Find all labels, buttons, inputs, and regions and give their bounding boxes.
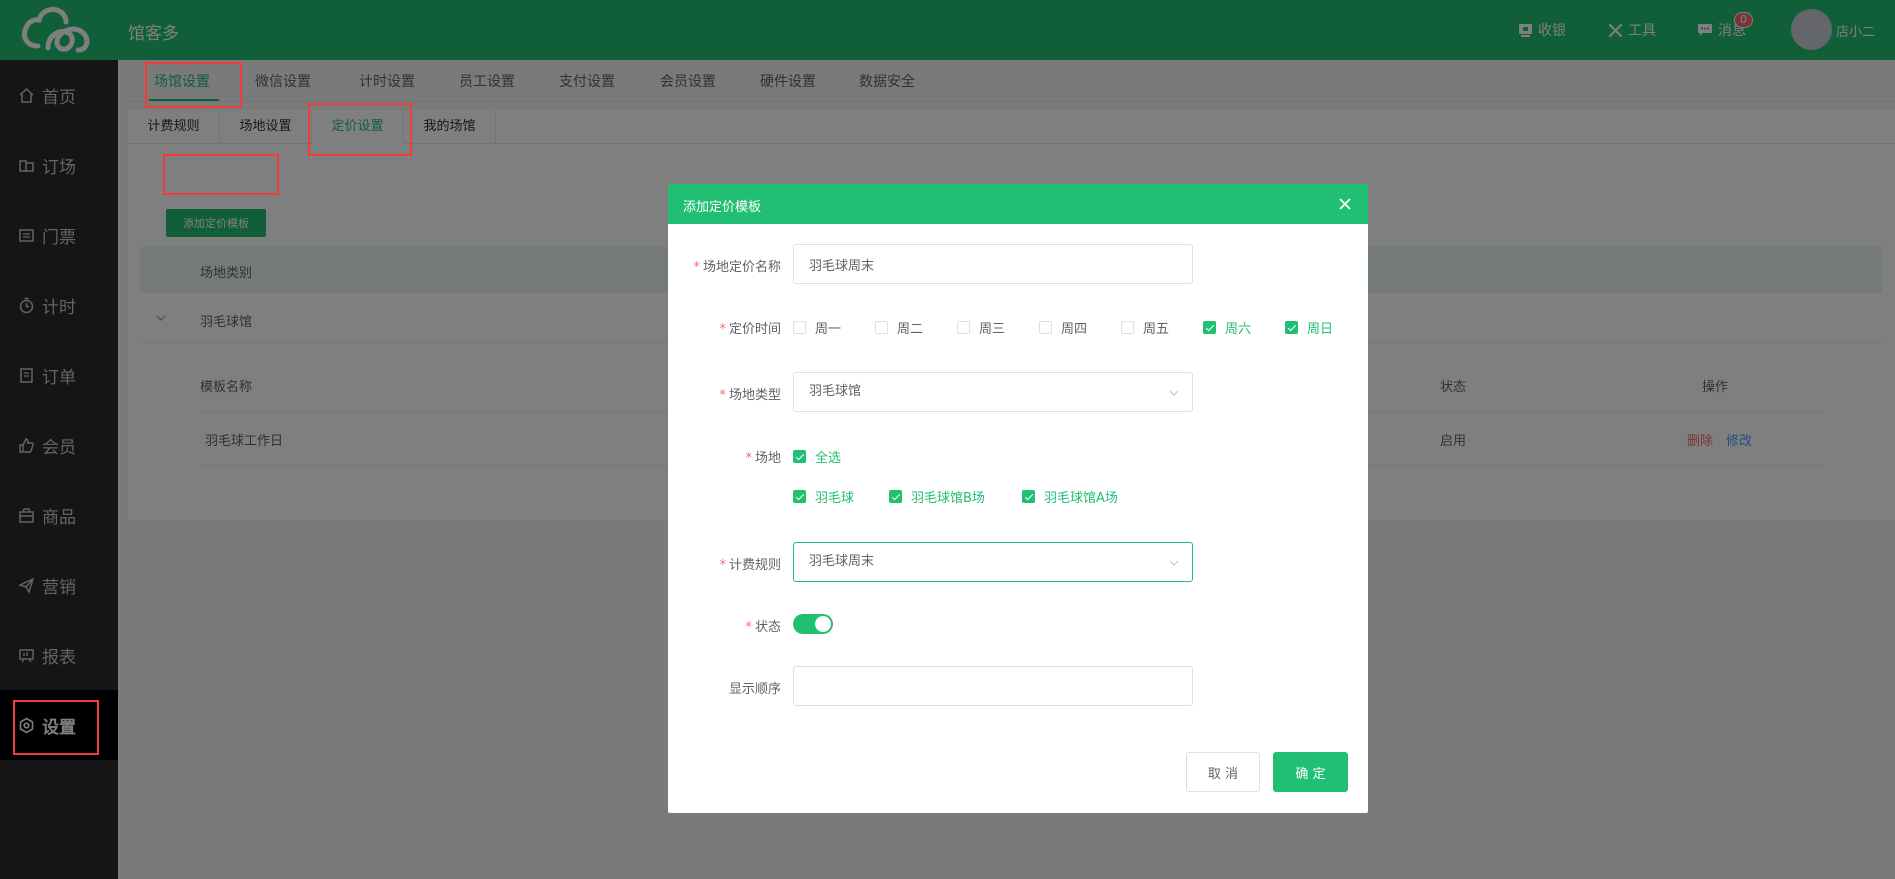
confirm-button[interactable]: 确 定: [1273, 752, 1348, 792]
weekday-checkbox-wed[interactable]: 周三: [957, 318, 1005, 337]
status-field-label: * 状态: [745, 620, 781, 635]
field-checkbox-court-a[interactable]: 羽毛球馆A场: [1022, 487, 1118, 506]
chevron-down-icon: [1169, 560, 1179, 566]
weekday-checkbox-tue[interactable]: 周二: [875, 318, 923, 337]
dialog-header: 添加定价模板: [668, 184, 1368, 224]
field-checkbox-badminton[interactable]: 羽毛球: [793, 487, 854, 506]
dialog-title: 添加定价模板: [683, 200, 762, 215]
display-order-input[interactable]: [793, 666, 1193, 706]
select-all-checkbox[interactable]: 全选: [793, 447, 841, 466]
weekday-checkbox-thu[interactable]: 周四: [1039, 318, 1087, 337]
billing-rule-select[interactable]: 羽毛球周末: [793, 542, 1193, 582]
weekday-checkbox-fri[interactable]: 周五: [1121, 318, 1169, 337]
cancel-button[interactable]: 取 消: [1186, 752, 1260, 792]
weekday-checkbox-sun[interactable]: 周日: [1285, 318, 1333, 337]
pricing-name-input[interactable]: [793, 244, 1193, 284]
close-icon[interactable]: [1338, 197, 1352, 211]
weekday-checkbox-sat[interactable]: 周六: [1203, 318, 1251, 337]
field-label: * 场地: [745, 451, 781, 466]
time-field-label: * 定价时间: [719, 322, 781, 337]
field-type-select[interactable]: 羽毛球馆: [793, 372, 1193, 412]
rule-field-label: * 计费规则: [719, 558, 781, 573]
add-pricing-template-dialog: 添加定价模板 *场地定价名称 *定价时间 周一 周二 周三 周四 周五 周六 周…: [668, 184, 1368, 813]
field-checkbox-court-b[interactable]: 羽毛球馆B场: [889, 487, 985, 506]
type-field-label: * 场地类型: [719, 388, 781, 403]
chevron-down-icon: [1169, 390, 1179, 396]
status-toggle[interactable]: [793, 614, 833, 634]
name-field-label: * 场地定价名称: [693, 260, 781, 275]
order-field-label: 显示顺序: [728, 682, 781, 697]
weekday-checkbox-mon[interactable]: 周一: [793, 318, 841, 337]
